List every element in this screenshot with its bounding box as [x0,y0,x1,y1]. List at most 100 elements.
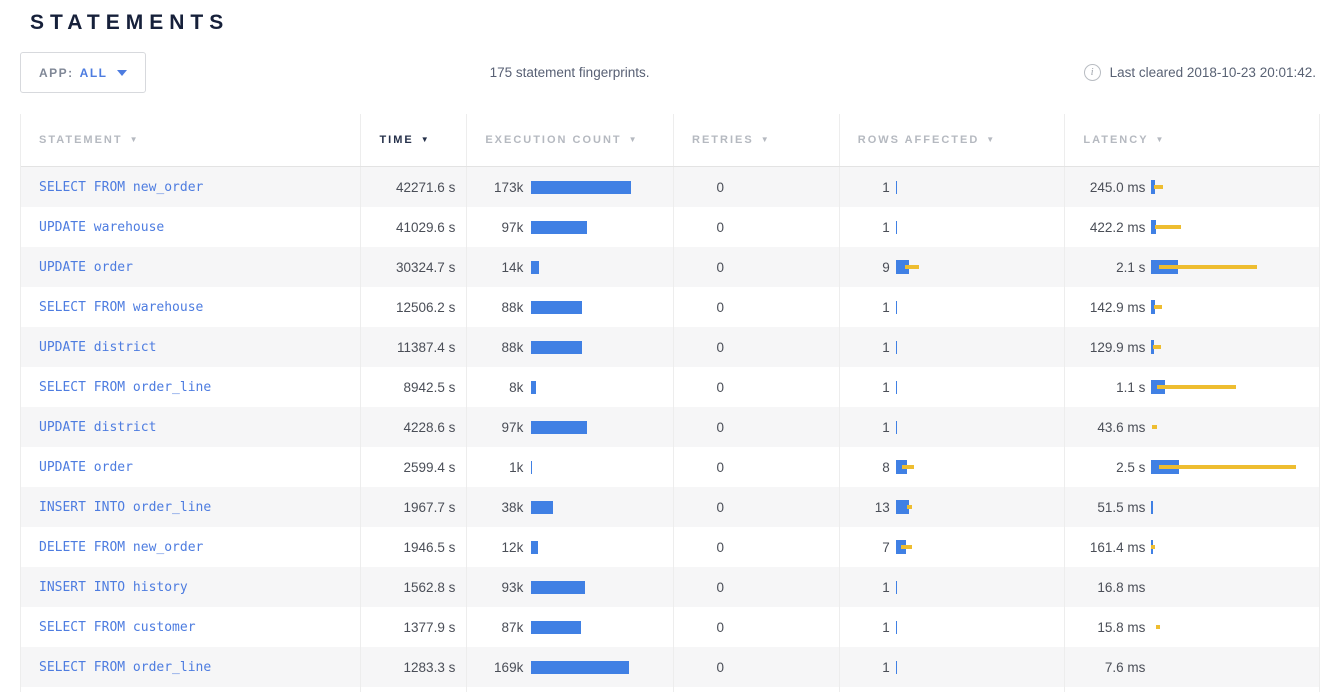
column-header-time[interactable]: TIME ▼ [360,114,466,166]
execution-count-value: 14k [467,260,523,275]
chevron-down-icon [117,70,127,76]
execution-count-cell: 88k [466,327,673,367]
latency-bar-value: 2.1 s [1065,260,1145,275]
rows-affected-bar-cell: 1 [839,567,1065,607]
rows-affected-bar-value: 1 [840,620,890,635]
rows-affected-bar-value: 9 [840,260,890,275]
info-icon[interactable]: i [1084,64,1101,81]
column-header-rows-affected[interactable]: ROWS AFFECTED▼ [839,114,1065,166]
rows-affected-bar [896,298,1065,316]
last-cleared-text: Last cleared 2018-10-23 20:01:42. [1110,65,1316,80]
rows-affected-bar [896,418,1065,436]
latency-bar-stddev-line [1159,265,1257,269]
table-row: UPDATE warehouse41029.6 s97k01422.2 ms [21,207,1319,247]
execution-count-bar [531,341,582,354]
rows-affected-bar-stddev-line [901,545,912,549]
rows-affected-bar-stddev-line [902,465,914,469]
table-row: SELECT FROM customer1377.9 s87k0115.8 ms [21,607,1319,647]
execution-count-cell: 8k [466,367,673,407]
rows-affected-bar-cell: 9 [839,247,1065,287]
rows-affected-bar-cell: 8 [839,447,1065,487]
rows-affected-bar-value: 7 [840,540,890,555]
statement-link[interactable]: UPDATE district [21,327,360,367]
execution-count-value: 93k [467,580,523,595]
column-header-latency[interactable]: LATENCY▼ [1064,114,1319,166]
statement-link[interactable]: UPDATE order [21,247,360,287]
statement-link[interactable]: INSERT INTO history [21,567,360,607]
rows-affected-bar-mean-bar [896,181,898,194]
latency-bar-value: 1.1 s [1065,380,1145,395]
execution-count-value: 1k [467,460,523,475]
latency-bar [1151,258,1319,276]
app-filter-value: ALL [80,66,108,80]
statement-link[interactable]: SELECT FROM order_line [21,647,360,687]
execution-count-value: 97k [467,220,523,235]
sort-desc-icon: ▼ [421,135,431,144]
column-header-label: RETRIES [692,134,754,146]
execution-count-cell: 93k [466,567,673,607]
last-cleared: i Last cleared 2018-10-23 20:01:42. [1084,64,1316,81]
statement-link[interactable]: SELECT FROM order_line [21,367,360,407]
statement-count-text: 175 statement fingerprints. [146,65,1084,80]
statement-link[interactable]: INSERT INTO order_line [21,487,360,527]
app-filter-dropdown[interactable]: APP: ALL [20,52,146,93]
rows-affected-bar-value: 1 [840,180,890,195]
table-header-row: STATEMENT▼TIME▼EXECUTION COUNT▼RETRIES▼R… [21,114,1319,167]
statement-link[interactable]: SELECT FROM customer [21,607,360,647]
time-value: 4228.6 s [360,407,466,447]
latency-bar [1151,378,1319,396]
statement-link[interactable]: SELECT FROM warehouse [21,287,360,327]
app-filter-label: APP: [39,66,74,80]
table-row: DELETE FROM new_order1946.5 s12k07161.4 … [21,527,1319,567]
retries-cell: 0 [673,407,839,447]
execution-count-bar [531,381,536,394]
statement-link[interactable]: UPDATE warehouse [21,207,360,247]
rows-affected-bar-mean-bar [896,421,898,434]
retries-cell: 0 [673,607,839,647]
sort-desc-icon: ▼ [761,135,771,144]
retries-value: 0 [674,580,724,595]
execution-count-bar [531,501,553,514]
sort-desc-icon: ▼ [130,135,140,144]
column-header-label: TIME [379,134,413,146]
page-title: STATEMENTS [30,11,1336,35]
rows-affected-bar [896,498,1065,516]
filler-cell [1064,687,1319,692]
time-value: 8942.5 s [360,367,466,407]
execution-count-cell: 88k [466,287,673,327]
execution-count-cell: 12k [466,527,673,567]
time-value: 1946.5 s [360,527,466,567]
retries-value: 0 [674,260,724,275]
time-value: 12506.2 s [360,287,466,327]
retries-value: 0 [674,500,724,515]
retries-cell: 0 [673,567,839,607]
execution-count-bar [531,181,631,194]
column-header-retries[interactable]: RETRIES ▼ [673,114,839,166]
latency-bar-cell: 142.9 ms [1064,287,1319,327]
latency-bar-cell: 16.8 ms [1064,567,1319,607]
retries-value: 0 [674,620,724,635]
retries-cell: 0 [673,247,839,287]
latency-bar-stddev-line [1159,465,1296,469]
rows-affected-bar-cell: 1 [839,167,1065,207]
rows-affected-bar-mean-bar [896,301,898,314]
rows-affected-bar-stddev-line [905,265,919,269]
execution-count-bar [531,461,532,474]
statement-link[interactable]: UPDATE district [21,407,360,447]
statement-link[interactable]: SELECT FROM new_order [21,167,360,207]
latency-bar-stddev-line [1157,385,1236,389]
statement-link[interactable]: DELETE FROM new_order [21,527,360,567]
retries-cell: 0 [673,447,839,487]
latency-bar-cell: 15.8 ms [1064,607,1319,647]
column-header-execution-count[interactable]: EXECUTION COUNT▼ [466,114,673,166]
latency-bar-stddev-line [1154,305,1162,309]
rows-affected-bar-cell: 1 [839,207,1065,247]
filler-cell [466,687,673,692]
latency-bar-value: 15.8 ms [1065,620,1145,635]
statement-link[interactable]: UPDATE order [21,447,360,487]
column-header-statement[interactable]: STATEMENT▼ [21,114,360,166]
retries-value: 0 [674,300,724,315]
rows-affected-bar-mean-bar [896,341,898,354]
latency-bar-value: 245.0 ms [1065,180,1145,195]
latency-bar-value: 7.6 ms [1065,660,1145,675]
